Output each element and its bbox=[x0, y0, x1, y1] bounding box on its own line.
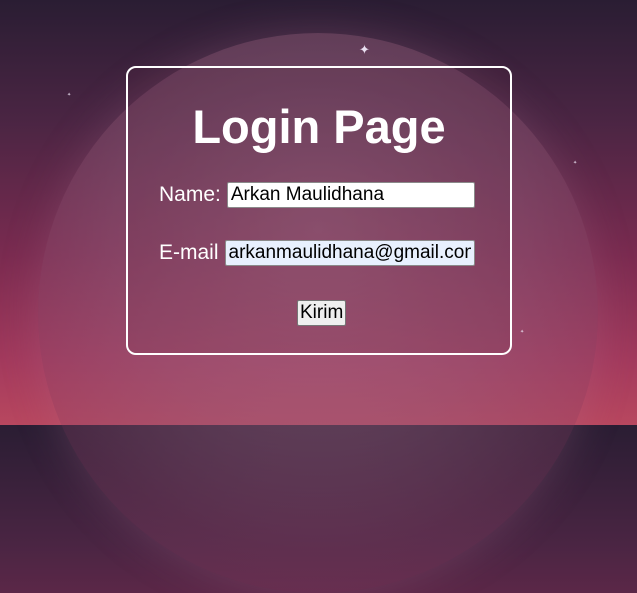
star-icon: ✦ bbox=[520, 329, 525, 335]
star-icon: ✦ bbox=[573, 160, 578, 166]
email-input[interactable] bbox=[224, 240, 475, 266]
email-label: E-mail bbox=[159, 241, 219, 264]
email-row: E-mail bbox=[159, 240, 475, 266]
submit-button[interactable]: Kirim bbox=[297, 300, 347, 326]
page-title: Login Page bbox=[192, 100, 446, 153]
name-input[interactable] bbox=[226, 182, 475, 208]
name-label: Name: bbox=[159, 183, 221, 206]
star-icon: ✦ bbox=[67, 92, 72, 98]
star-icon: ✦ bbox=[359, 43, 370, 58]
login-card: Login Page Name: E-mail Kirim bbox=[126, 66, 512, 355]
name-row: Name: bbox=[159, 182, 475, 208]
